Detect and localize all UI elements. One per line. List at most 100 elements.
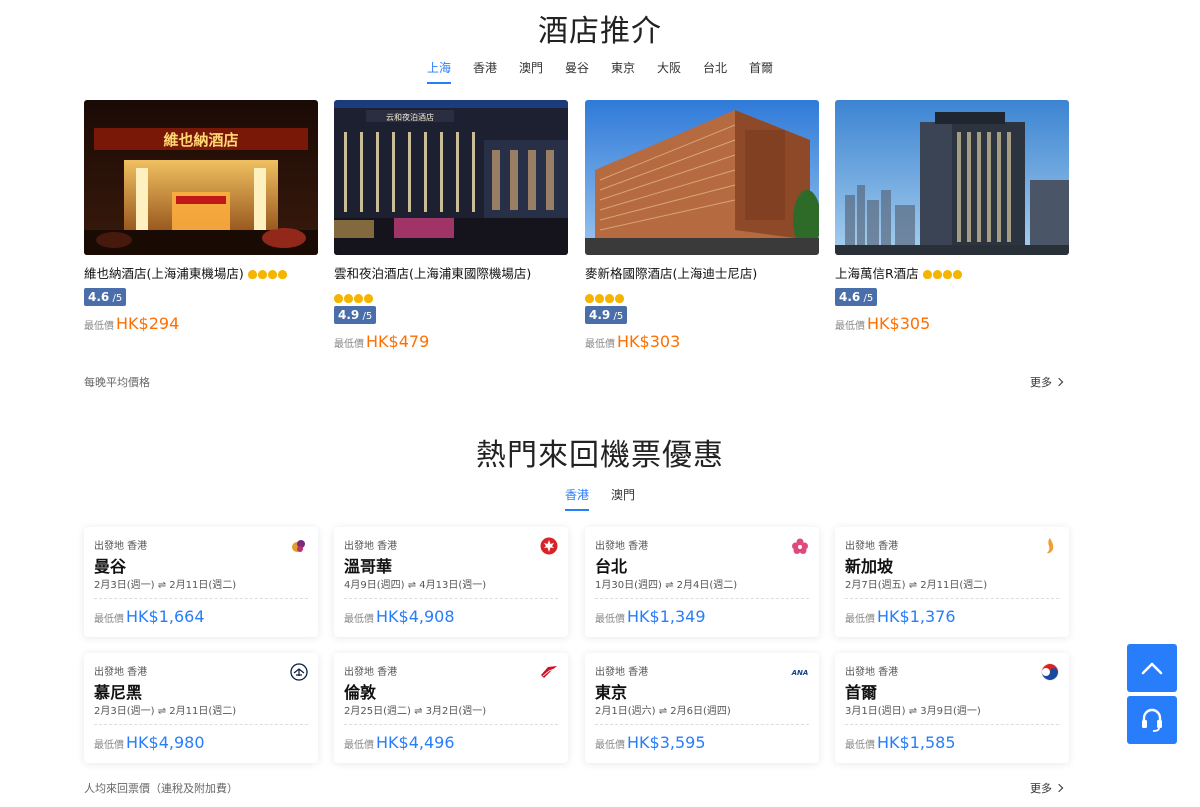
- hotel-sign-text: 云和夜泊酒店: [386, 112, 434, 122]
- flight-deal-card[interactable]: ANA 出發地 香港 東京 2月1日(週六) ⇌ 2月6日(週四) 最低價 HK$…: [585, 653, 819, 763]
- price-label: 最低價: [334, 339, 364, 350]
- hotel-name[interactable]: 麥新格國際酒店(上海迪士尼店): [585, 266, 757, 281]
- hotel-name[interactable]: 雲和夜泊酒店(上海浦東國際機場店): [334, 266, 531, 281]
- travel-dates: 3月1日(週日) ⇌ 3月9日(週一): [845, 706, 981, 717]
- tab-shanghai[interactable]: 上海: [416, 58, 462, 84]
- flight-deal-card[interactable]: 出發地 香港 新加坡 2月7日(週五) ⇌ 2月11日(週二) 最低價 HK$1,…: [835, 527, 1069, 637]
- flight-price: 最低價 HK$1,664: [94, 607, 205, 626]
- hotel-photo: 維也納酒店: [84, 100, 318, 255]
- hotel-card[interactable]: 云和夜泊酒店 雲和夜泊酒店(上海浦東國際機場店) 4.9 /5 最低價 HK$47…: [334, 100, 568, 354]
- flight-deal-card[interactable]: 出發地 香港 首爾 3月1日(週日) ⇌ 3月9日(週一) 最低價 HK$1,58…: [835, 653, 1069, 763]
- lufthansa-icon: [290, 663, 308, 681]
- hotel-diamond-rating: [334, 294, 373, 303]
- review-score-badge: 4.9 /5: [585, 306, 628, 324]
- flight-price: 最低價 HK$1,585: [845, 733, 956, 752]
- destination-city: 台北: [595, 557, 628, 576]
- origin-label: 出發地 香港: [94, 667, 148, 678]
- price-value: HK$305: [867, 314, 931, 333]
- flight-section-title: 熱門來回機票優惠: [476, 438, 724, 473]
- headset-icon: [1142, 708, 1162, 732]
- origin-label: 出發地 香港: [344, 667, 398, 678]
- travel-dates: 2月7日(週五) ⇌ 2月11日(週二): [845, 580, 988, 591]
- flight-price: 最低價 HK$4,496: [344, 733, 455, 752]
- tab-hongkong[interactable]: 香港: [462, 58, 508, 84]
- flight-price: 最低價 HK$1,376: [845, 607, 956, 626]
- hotel-card[interactable]: 上海萬信R酒店 4.6 /5 最低價 HK$305: [835, 100, 1069, 336]
- customer-support-button[interactable]: [1127, 696, 1177, 744]
- tab-bangkok[interactable]: 曼谷: [554, 58, 600, 84]
- flight-more-link[interactable]: 更多: [1030, 780, 1064, 796]
- hotel-card[interactable]: 麥新格國際酒店(上海迪士尼店) 4.9 /5 最低價 HK$303: [585, 100, 819, 354]
- travel-dates: 4月9日(週四) ⇌ 4月13日(週一): [344, 580, 487, 591]
- flight-price: 最低價 HK$4,908: [344, 607, 455, 626]
- travel-dates: 2月3日(週一) ⇌ 2月11日(週二): [94, 706, 237, 717]
- origin-label: 出發地 香港: [344, 541, 398, 552]
- review-score-badge: 4.6 /5: [84, 288, 127, 306]
- tab-taipei[interactable]: 台北: [692, 58, 738, 84]
- hotel-name-line: 麥新格國際酒店(上海迪士尼店): [585, 266, 819, 282]
- tab-macau[interactable]: 澳門: [508, 58, 554, 84]
- hotel-name[interactable]: 上海萬信R酒店: [835, 266, 919, 281]
- hotel-price: 最低價 HK$305: [835, 314, 1069, 336]
- hotel-card-list: 維也納酒店 維也納酒店(上海浦東機場店) 4.6 /5 最低價 HK$294 云…: [84, 100, 1070, 360]
- tab-seoul[interactable]: 首爾: [738, 58, 784, 84]
- hotel-name[interactable]: 維也納酒店(上海浦東機場店): [84, 266, 244, 281]
- price-value: HK$303: [617, 332, 681, 351]
- review-score-badge: 4.6 /5: [835, 288, 878, 306]
- hotel-price-footnote: 每晚平均價格: [84, 376, 150, 389]
- flight-deal-card[interactable]: 出發地 香港 曼谷 2月3日(週一) ⇌ 2月11日(週二) 最低價 HK$1,6…: [84, 527, 318, 637]
- price-label: 最低價: [585, 339, 615, 350]
- korean-air-icon: [1041, 663, 1059, 681]
- origin-label: 出發地 香港: [595, 541, 649, 552]
- hotel-photo: [835, 100, 1069, 255]
- travel-dates: 1月30日(週四) ⇌ 2月4日(週二): [595, 580, 738, 591]
- svg-text:ANA: ANA: [791, 669, 808, 677]
- travel-dates: 2月3日(週一) ⇌ 2月11日(週二): [94, 580, 237, 591]
- air-canada-icon: [540, 537, 558, 555]
- destination-city: 慕尼黑: [94, 683, 143, 702]
- chevron-right-icon: [1054, 377, 1064, 387]
- back-to-top-button[interactable]: [1127, 644, 1177, 692]
- flight-price: 最低價 HK$3,595: [595, 733, 706, 752]
- price-label: 最低價: [84, 321, 114, 332]
- chevron-up-icon: [1141, 662, 1163, 675]
- hotel-diamond-rating: [247, 270, 287, 279]
- tab-osaka[interactable]: 大阪: [646, 58, 692, 84]
- hotel-photo: [585, 100, 819, 255]
- chevron-right-icon: [1054, 783, 1064, 793]
- tab-macau[interactable]: 澳門: [600, 485, 646, 511]
- destination-city: 首爾: [845, 683, 878, 702]
- hotel-price: 最低價 HK$303: [585, 332, 819, 354]
- flight-deal-card[interactable]: 出發地 香港 溫哥華 4月9日(週四) ⇌ 4月13日(週一) 最低價 HK$4,…: [334, 527, 568, 637]
- thai-airways-icon: [292, 540, 305, 552]
- flight-price: 最低價 HK$1,349: [595, 607, 706, 626]
- flight-deal-card[interactable]: 出發地 香港 倫敦 2月25日(週二) ⇌ 3月2日(週一) 最低價 HK$4,4…: [334, 653, 568, 763]
- ana-icon: ANA: [791, 669, 808, 677]
- virgin-atlantic-icon: [541, 666, 557, 678]
- travel-dates: 2月1日(週六) ⇌ 2月6日(週四): [595, 706, 731, 717]
- review-score-badge: 4.9 /5: [334, 306, 377, 324]
- origin-label: 出發地 香港: [845, 667, 899, 678]
- china-airlines-icon: [792, 538, 808, 554]
- hotel-city-tabs: 上海 香港 澳門 曼谷 東京 大阪 台北 首爾: [0, 58, 1200, 84]
- tab-tokyo[interactable]: 東京: [600, 58, 646, 84]
- hotel-price: 最低價 HK$294: [84, 314, 318, 336]
- hotel-name-line: 雲和夜泊酒店(上海浦東國際機場店): [334, 266, 568, 282]
- tab-hongkong[interactable]: 香港: [554, 485, 600, 511]
- hotel-more-link[interactable]: 更多: [1030, 374, 1064, 390]
- destination-city: 倫敦: [344, 683, 377, 702]
- hotel-photo: 云和夜泊酒店: [334, 100, 568, 255]
- hotel-name-line: 維也納酒店(上海浦東機場店): [84, 266, 318, 282]
- price-value: HK$294: [116, 314, 180, 333]
- origin-label: 出發地 香港: [595, 667, 649, 678]
- destination-city: 溫哥華: [344, 557, 393, 576]
- origin-label: 出發地 香港: [845, 541, 899, 552]
- flight-deal-card[interactable]: 出發地 香港 慕尼黑 2月3日(週一) ⇌ 2月11日(週二) 最低價 HK$4,…: [84, 653, 318, 763]
- flight-origin-tabs: 香港 澳門: [0, 485, 1200, 511]
- hotel-name-line: 上海萬信R酒店: [835, 266, 1069, 282]
- price-label: 最低價: [835, 321, 865, 332]
- hotel-card[interactable]: 維也納酒店 維也納酒店(上海浦東機場店) 4.6 /5 最低價 HK$294: [84, 100, 318, 336]
- flight-price-footnote: 人均來回票價（連稅及附加費）: [84, 782, 238, 795]
- flight-deal-card[interactable]: 出發地 香港 台北 1月30日(週四) ⇌ 2月4日(週二) 最低價 HK$1,3…: [585, 527, 819, 637]
- singapore-airlines-icon: [1047, 538, 1054, 554]
